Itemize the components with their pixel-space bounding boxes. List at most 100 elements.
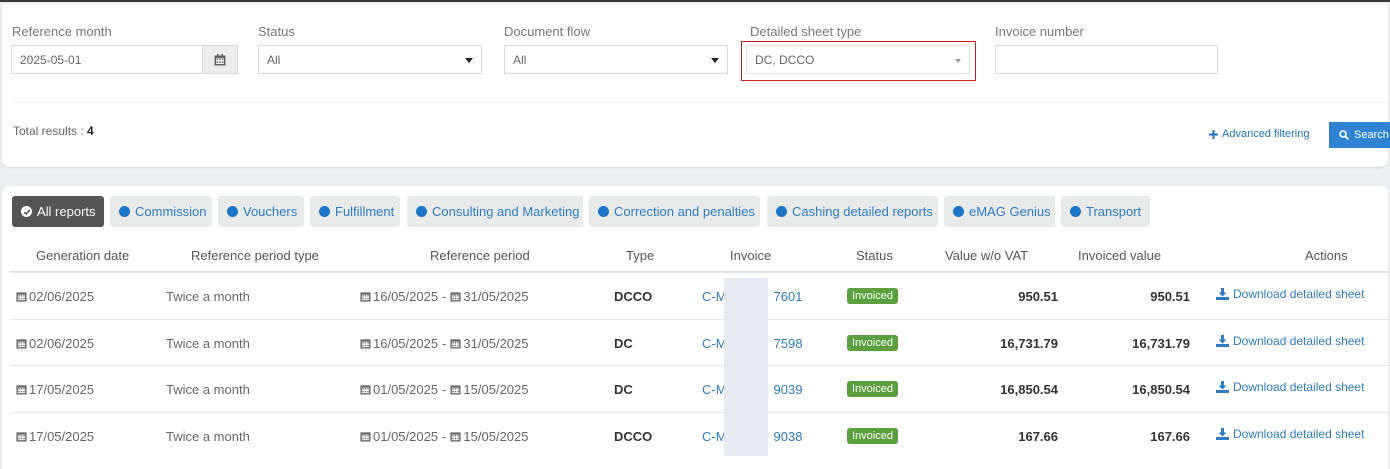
download-icon: [1216, 335, 1229, 347]
tab-fulfillment[interactable]: Fulfillment: [310, 196, 400, 227]
tab-label: Vouchers: [243, 204, 298, 219]
period-type-cell: Twice a month: [166, 413, 250, 459]
tab-transport[interactable]: Transport: [1061, 196, 1150, 227]
document-flow-select[interactable]: All: [504, 45, 728, 74]
advanced-filtering-link[interactable]: Advanced filtering: [1209, 128, 1309, 140]
generation-date: 17/05/2025: [29, 381, 95, 397]
tab-all-reports[interactable]: All reports: [12, 196, 104, 227]
circle-icon: [776, 206, 787, 217]
search-button[interactable]: Search: [1329, 122, 1390, 148]
invoiced-value-cell: 167.66: [1150, 413, 1190, 459]
detailed-sheet-type-label: Detailed sheet type: [750, 24, 862, 39]
generation-date-cell: 17/05/2025: [16, 413, 94, 459]
type-cell: DC: [614, 320, 633, 366]
invoiced-value: 950.51: [1150, 288, 1190, 304]
invoice-suffix: 7601: [773, 288, 803, 304]
reference-period-cell: 16/05/2025-31/05/2025: [360, 273, 529, 319]
period-end: 15/05/2025: [463, 381, 529, 397]
plus-icon: [1209, 129, 1218, 139]
calendar-icon: [360, 291, 371, 302]
period-type: Twice a month: [166, 381, 250, 397]
reference-period-cell: 16/05/2025-31/05/2025: [360, 320, 529, 366]
results-panel: All reports Commission Vouchers Fulfillm…: [2, 186, 1388, 469]
period-type-cell: Twice a month: [166, 320, 250, 366]
detailed-sheet-type-select[interactable]: DC, DCCO: [746, 45, 970, 74]
table-row: 02/06/2025 Twice a month 16/05/2025-31/05/…: [10, 319, 1388, 366]
period-start: 16/05/2025: [373, 288, 439, 304]
download-detailed-sheet-link[interactable]: Download detailed sheet: [1216, 411, 1364, 457]
column-header: Invoiced value: [1078, 248, 1162, 263]
circle-icon: [319, 206, 330, 217]
period-end: 31/05/2025: [463, 335, 529, 351]
top-border: [0, 0, 1390, 2]
report-type: DCCO: [614, 288, 653, 304]
search-icon: [1339, 130, 1349, 140]
table-row: 02/06/2025 Twice a month 16/05/2025-31/05/…: [10, 272, 1388, 319]
period-start: 16/05/2025: [373, 335, 439, 351]
filter-divider: [12, 102, 1388, 103]
tab-label: eMAG Genius: [969, 204, 1051, 219]
tab-correction-penalties[interactable]: Correction and penalties: [589, 196, 760, 227]
period-separator: -: [442, 335, 447, 351]
status-cell: Invoiced: [847, 320, 898, 366]
value-wo-vat-cell: 950.51: [1018, 273, 1058, 319]
column-header: Status: [856, 248, 893, 263]
tab-label: Commission: [135, 204, 207, 219]
invoice-suffix: 9039: [773, 381, 803, 397]
period-separator: -: [442, 428, 447, 444]
chevron-down-icon: [465, 58, 473, 63]
period-type-cell: Twice a month: [166, 273, 250, 319]
calendar-icon: [16, 431, 27, 442]
status-label: Status: [258, 24, 295, 39]
calendar-icon: [450, 291, 461, 302]
calendar-icon: [16, 338, 27, 349]
generation-date-cell: 02/06/2025: [16, 320, 94, 366]
period-separator: -: [442, 288, 447, 304]
circle-icon: [953, 206, 964, 217]
status-select[interactable]: All: [258, 45, 482, 74]
period-type: Twice a month: [166, 335, 250, 351]
generation-date-cell: 17/05/2025: [16, 366, 94, 412]
download-label: Download detailed sheet: [1233, 287, 1365, 301]
chevron-down-icon: [711, 58, 719, 63]
tab-label: Fulfillment: [335, 204, 395, 219]
status-cell: Invoiced: [847, 273, 898, 319]
tab-vouchers[interactable]: Vouchers: [218, 196, 304, 227]
generation-date: 02/06/2025: [29, 288, 95, 304]
generation-date: 17/05/2025: [29, 428, 95, 444]
download-detailed-sheet-link[interactable]: Download detailed sheet: [1216, 271, 1364, 317]
column-header: Reference period type: [191, 248, 319, 263]
calendar-icon: [214, 53, 226, 65]
tab-commission[interactable]: Commission: [110, 196, 212, 227]
calendar-icon: [16, 291, 27, 302]
tab-consulting-marketing[interactable]: Consulting and Marketing: [407, 196, 583, 227]
tab-emag-genius[interactable]: eMAG Genius: [944, 196, 1055, 227]
tab-cashing-detailed-reports[interactable]: Cashing detailed reports: [767, 196, 938, 227]
tab-label: Cashing detailed reports: [792, 204, 933, 219]
type-cell: DC: [614, 366, 633, 412]
calendar-button[interactable]: [203, 45, 238, 74]
invoice-number-input[interactable]: [995, 45, 1218, 74]
tab-label: Transport: [1086, 204, 1142, 219]
calendar-icon: [450, 338, 461, 349]
total-results: Total results : 4: [13, 124, 94, 138]
reference-month-input[interactable]: 2025-05-01: [11, 45, 203, 74]
document-flow-label: Document flow: [504, 24, 590, 39]
reference-month-value: 2025-05-01: [20, 52, 82, 67]
column-header: Generation date: [36, 248, 130, 263]
circle-icon: [598, 206, 609, 217]
total-results-label: Total results :: [13, 124, 84, 138]
tab-label: Consulting and Marketing: [432, 204, 580, 219]
status-badge: Invoiced: [847, 335, 898, 351]
check-circle-icon: [21, 206, 32, 217]
download-detailed-sheet-link[interactable]: Download detailed sheet: [1216, 318, 1364, 364]
download-label: Download detailed sheet: [1233, 334, 1365, 348]
status-cell: Invoiced: [847, 366, 898, 412]
download-label: Download detailed sheet: [1233, 380, 1365, 394]
download-icon: [1216, 381, 1229, 393]
calendar-icon: [450, 431, 461, 442]
download-detailed-sheet-link[interactable]: Download detailed sheet: [1216, 364, 1364, 410]
report-type: DC: [614, 335, 633, 351]
column-header: Actions: [1305, 248, 1348, 263]
chevron-down-icon: [955, 59, 961, 63]
